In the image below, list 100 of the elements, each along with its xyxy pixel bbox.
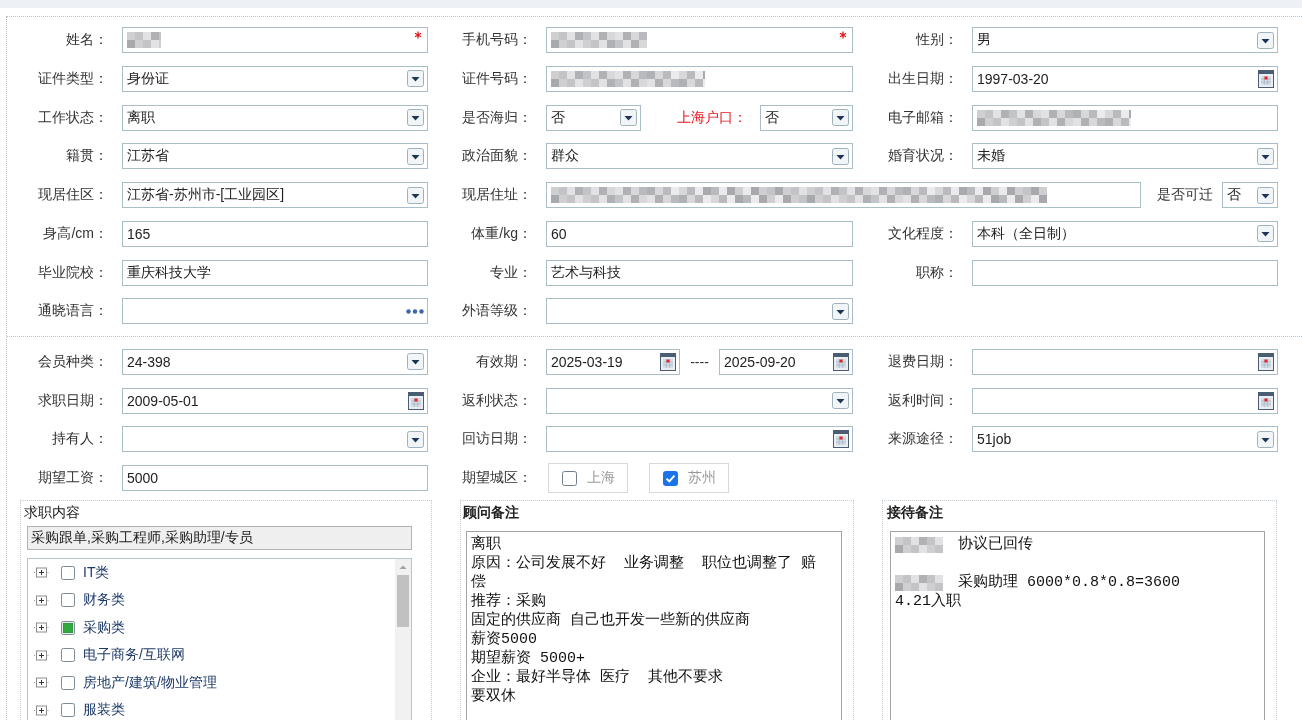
tree-item-label[interactable]: 财务类 [83,591,125,610]
field-label: 来源途径： [888,430,958,449]
selected-jobs-field[interactable]: 采购跟单,采购工程师,采购助理/专员 [27,526,412,550]
select-field[interactable]: 51job [972,426,1278,453]
calendar-icon[interactable] [1258,391,1274,410]
picker-field[interactable] [122,298,428,325]
text-field[interactable] [546,65,853,92]
field-label: 政治面貌： [462,147,532,166]
calendar-icon[interactable] [408,391,424,410]
select-field[interactable]: 江苏省 [122,143,428,170]
date-range-separator: ---- [690,353,709,370]
field-label: 专业： [490,263,532,282]
caret-icon[interactable] [1257,31,1274,49]
checkbox[interactable] [61,648,75,663]
plus-icon[interactable] [34,704,49,716]
select-field[interactable]: 否 [760,104,853,131]
select-field[interactable]: 24-398 [122,348,428,375]
scrollbar-thumb[interactable] [397,575,409,627]
select-field[interactable] [546,298,853,325]
notes-textarea[interactable]: 协议已回传 采购助理 6000*0.8*0.8=3600 4.21入职 [890,531,1265,720]
caret-icon[interactable] [832,147,849,165]
select-field[interactable]: 江苏省-苏州市-[工业园区] [122,182,428,208]
select-field[interactable]: 否 [546,104,641,131]
select-field[interactable] [122,426,428,453]
calendar-icon[interactable] [1258,69,1274,88]
caret-icon[interactable] [832,109,849,126]
tree-item-label[interactable]: IT类 [83,563,110,582]
plus-icon[interactable] [34,594,49,606]
caret-icon[interactable] [407,70,424,88]
text-field[interactable] [546,182,1141,208]
plus-icon[interactable] [34,649,49,661]
caret-icon[interactable] [1257,186,1274,204]
calendar-icon[interactable] [660,352,676,371]
notes-textarea[interactable]: 离职 原因：公司发展不好 业务调整 职位也调整了 赔 偿 推荐：采购 固定的供应商 自己也开发一些新的供应商 薪资5000 期望薪资 5000+ 企业：最好半导体 医疗 其他不要求 要双休 [466,531,842,720]
date-field[interactable]: 1997-03-20 [972,65,1278,92]
select-field[interactable]: 本科（全日制） [972,220,1278,247]
field-label: 证件号码： [462,69,532,88]
select-field[interactable]: 离职 [122,104,428,131]
checkbox[interactable] [61,565,75,580]
caret-icon[interactable] [407,353,424,371]
date-field[interactable]: 2025-03-19 [546,348,680,375]
calendar-icon[interactable] [833,352,849,371]
caret-icon[interactable] [1257,225,1274,243]
field-label: 电子邮箱： [888,108,958,127]
text-field[interactable]: 艺术与科技 [546,259,853,286]
text-field[interactable]: 60 [546,220,853,247]
caret-icon[interactable] [407,430,424,448]
select-field[interactable]: 男 [972,27,1278,53]
plus-icon[interactable] [34,567,49,579]
caret-icon[interactable] [407,109,424,126]
checkbox[interactable] [61,593,75,608]
field-label: 是否可迁 [1157,186,1213,204]
select-field[interactable]: 身份证 [122,65,428,92]
scrollbar[interactable] [395,559,411,720]
calendar-icon[interactable] [1258,352,1274,371]
field-label: 通晓语言： [38,302,108,321]
caret-icon[interactable] [1257,430,1274,448]
date-field[interactable]: 2025-09-20 [719,348,853,375]
plus-icon[interactable] [34,677,49,689]
caret-icon[interactable] [832,302,849,320]
select-field[interactable]: 未婚 [972,143,1278,170]
field-label: 手机号码： [462,31,532,49]
checkbox[interactable] [61,703,75,718]
caret-icon[interactable] [407,147,424,165]
checkbox[interactable] [61,620,75,635]
text-field[interactable]: 165 [122,220,428,247]
checkbox[interactable] [562,470,577,486]
caret-icon[interactable] [407,186,424,204]
date-field[interactable] [972,387,1278,414]
field-label: 回访日期： [462,430,532,449]
caret-icon[interactable] [620,109,637,126]
date-field[interactable] [546,426,853,453]
field-label: 出生日期： [888,69,958,88]
date-field[interactable]: 2009-05-01 [122,387,428,414]
text-field[interactable] [972,259,1278,286]
more-icon[interactable] [406,308,424,314]
plus-icon[interactable] [34,622,49,634]
tree-item-label[interactable]: 房地产/建筑/物业管理 [83,673,217,692]
select-field[interactable] [546,387,853,414]
date-field[interactable] [972,348,1278,375]
field-label: 婚育状况： [888,147,958,166]
field-label: 返利状态： [462,391,532,410]
checkbox[interactable] [61,675,75,690]
tree-item-label[interactable]: 电子商务/互联网 [83,646,185,665]
tree-item-label[interactable]: 采购类 [83,618,125,637]
checkbox[interactable] [663,470,678,486]
tree-item-label[interactable]: 服装类 [83,701,125,720]
field-label: 职称： [916,263,958,282]
field-label: 有效期： [476,352,532,371]
field-label: 上海户口： [677,108,747,127]
text-field[interactable] [972,104,1278,131]
text-field[interactable]: 5000 [122,465,428,491]
select-field[interactable]: 群众 [546,143,853,170]
caret-icon[interactable] [832,392,849,409]
calendar-icon[interactable] [833,430,849,449]
select-field[interactable]: 否 [1222,182,1278,208]
caret-icon[interactable] [1257,147,1274,165]
text-field[interactable]: 重庆科技大学 [122,259,428,286]
text-field[interactable] [122,27,428,53]
text-field[interactable] [546,27,853,53]
